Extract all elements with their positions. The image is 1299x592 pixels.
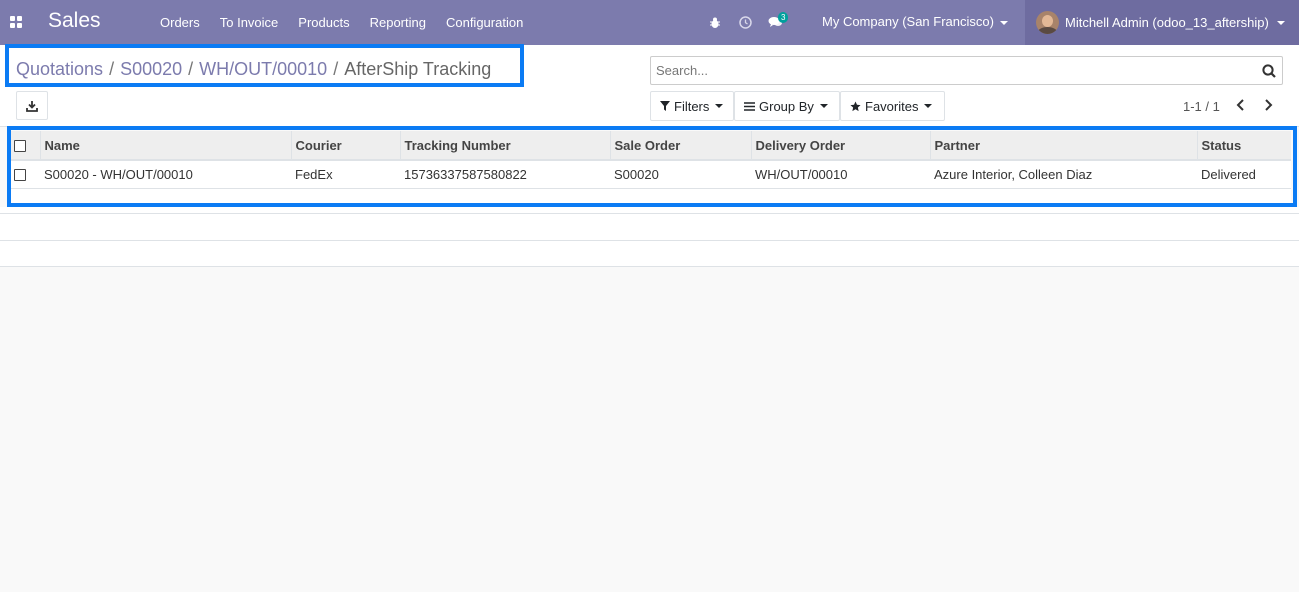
caret-down-icon: [819, 104, 828, 108]
chevron-left-icon[interactable]: [1234, 98, 1248, 112]
export-button[interactable]: [16, 91, 48, 120]
caret-down-icon: [924, 104, 933, 108]
menu-item-configuration[interactable]: Configuration: [436, 15, 533, 30]
chevron-right-icon[interactable]: [1261, 98, 1275, 112]
messages-icon[interactable]: 3: [760, 0, 790, 45]
favorites-label: Favorites: [865, 98, 919, 114]
main-menu: Orders To Invoice Products Reporting Con…: [150, 0, 533, 45]
bug-icon[interactable]: [700, 0, 730, 45]
messages-badge: 3: [778, 12, 789, 23]
menu-item-orders[interactable]: Orders: [150, 15, 210, 30]
menu-item-products[interactable]: Products: [288, 15, 359, 30]
systray: 3: [700, 0, 790, 45]
search-icon[interactable]: [1262, 64, 1276, 78]
star-icon: [850, 100, 861, 111]
divider: [0, 213, 1299, 214]
search-input[interactable]: [651, 57, 1251, 84]
group-by-button[interactable]: Group By: [734, 91, 840, 121]
list-empty-area: [0, 207, 1299, 266]
avatar: [1036, 11, 1059, 34]
caret-down-icon: [1276, 20, 1285, 25]
filter-icon: [660, 101, 670, 111]
list-highlight-box: [7, 126, 1297, 207]
filters-label: Filters: [674, 98, 710, 114]
menu-item-to-invoice[interactable]: To Invoice: [210, 15, 289, 30]
favorites-button[interactable]: Favorites: [840, 91, 945, 121]
caret-down-icon: [715, 104, 724, 108]
user-name: Mitchell Admin (odoo_13_aftership): [1065, 15, 1269, 30]
pager-value[interactable]: 1-1 / 1: [1183, 99, 1220, 114]
company-name: My Company (San Francisco): [822, 14, 994, 29]
user-menu[interactable]: Mitchell Admin (odoo_13_aftership): [1025, 0, 1299, 45]
bars-icon: [744, 101, 755, 111]
download-icon: [26, 100, 38, 112]
menu-item-reporting[interactable]: Reporting: [360, 15, 436, 30]
divider: [0, 240, 1299, 241]
clock-icon[interactable]: [730, 0, 760, 45]
company-switcher[interactable]: My Company (San Francisco): [822, 14, 1008, 29]
breadcrumb-highlight-box: [5, 44, 524, 87]
caret-down-icon: [999, 20, 1008, 25]
divider: [0, 266, 1299, 267]
group-by-label: Group By: [759, 98, 814, 114]
app-brand[interactable]: Sales: [48, 9, 101, 33]
search-box: [650, 56, 1283, 85]
filters-button[interactable]: Filters: [650, 91, 734, 121]
apps-grid-icon[interactable]: [10, 16, 23, 29]
top-navbar: Sales Orders To Invoice Products Reporti…: [0, 0, 1299, 45]
